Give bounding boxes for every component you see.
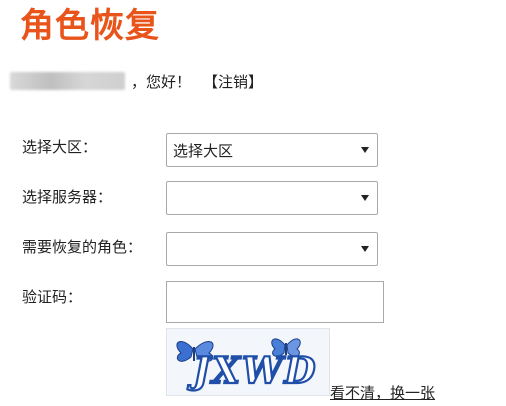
region-label: 选择大区： <box>22 138 98 156</box>
region-select-value: 选择大区 <box>173 141 234 160</box>
greeting-text: ，您好！ <box>131 72 192 91</box>
dropdown-arrow-icon <box>361 246 369 252</box>
dropdown-arrow-icon <box>361 147 369 153</box>
blurred-username <box>10 72 125 90</box>
server-label: 选择服务器： <box>22 188 113 206</box>
page-title: 角色恢复 <box>20 6 160 46</box>
captcha-text: JXWD <box>187 350 318 392</box>
captcha-label: 验证码： <box>22 288 83 306</box>
server-select[interactable] <box>166 181 378 215</box>
region-select[interactable]: 选择大区 <box>166 133 378 167</box>
role-select[interactable] <box>166 232 378 266</box>
captcha-input[interactable] <box>166 281 384 323</box>
captcha-image[interactable]: JXWD <box>166 328 330 396</box>
role-label: 需要恢复的角色： <box>22 238 143 256</box>
logout-link[interactable]: 【注销】 <box>203 71 263 92</box>
greeting-line: ，您好！ 【注销】 <box>10 70 263 92</box>
captcha-graphic: JXWD <box>176 338 318 393</box>
refresh-captcha-link[interactable]: 看不清，换一张 <box>330 382 435 403</box>
dropdown-arrow-icon <box>361 195 369 201</box>
